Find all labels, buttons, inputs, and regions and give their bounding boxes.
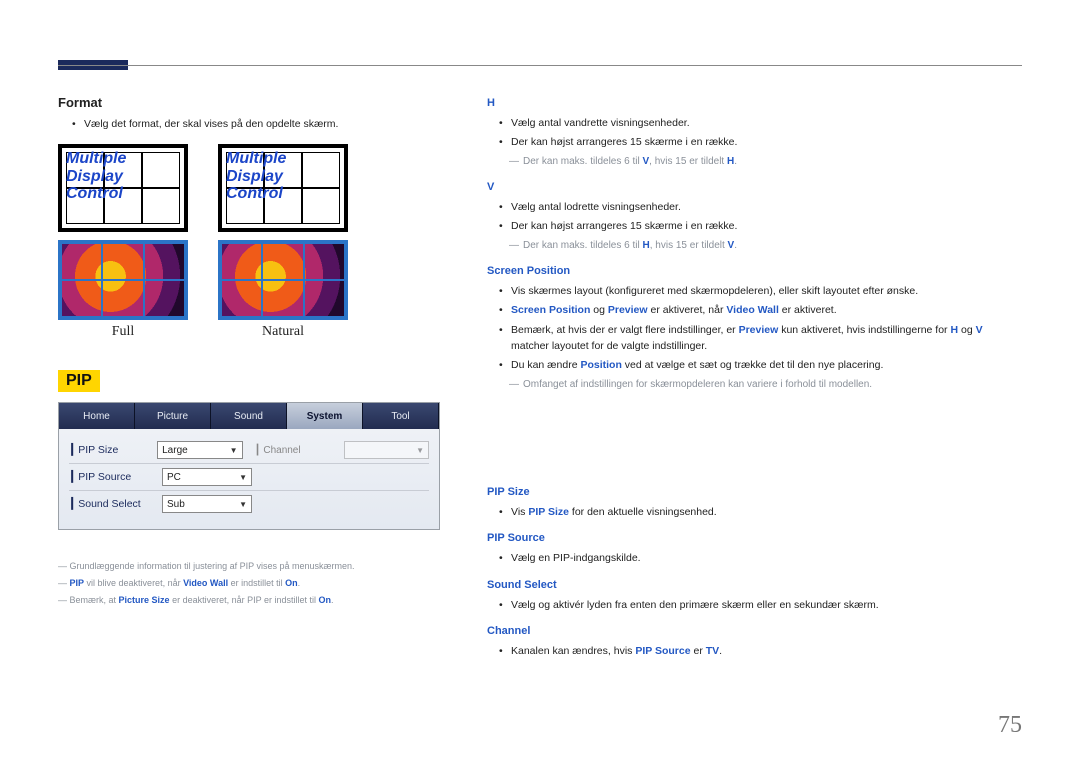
footnotes: Grundlæggende information til justering …	[58, 558, 453, 609]
label-sound-select: Sound Select	[69, 498, 154, 510]
list-item: Du kan ændre Position ved at vælge et sæ…	[501, 357, 1022, 373]
right-column: H Vælg antal vandrette visningsenheder. …	[487, 95, 1022, 662]
pip-tabs: Home Picture Sound System Tool	[59, 403, 439, 429]
list-pip-source: Vælg en PIP-indgangskilde.	[501, 550, 1022, 566]
select-pip-size[interactable]: Large ▼	[157, 441, 242, 459]
heading-v: V	[487, 179, 1022, 196]
value-sound: Sub	[167, 499, 185, 510]
mdc-preview-natural: Multiple Display Control	[218, 144, 348, 232]
left-column: Format Vælg det format, der skal vises p…	[58, 95, 453, 662]
tab-sound[interactable]: Sound	[211, 403, 287, 429]
list-item: Kanalen kan ændres, hvis PIP Source er T…	[501, 643, 1022, 659]
list-pip-size: Vis PIP Size for den aktuelle visningsen…	[501, 504, 1022, 520]
list-item: Bemærk, at hvis der er valgt flere indst…	[501, 322, 1022, 355]
list-channel: Kanalen kan ændres, hvis PIP Source er T…	[501, 643, 1022, 659]
list-screen-position: Vis skærmes layout (konfigureret med skæ…	[501, 283, 1022, 373]
heading-sound-select: Sound Select	[487, 577, 1022, 594]
select-channel: ▼	[344, 441, 429, 459]
caption-full: Full	[58, 324, 188, 340]
select-sound[interactable]: Sub ▼	[162, 495, 252, 513]
list-h: Vælg antal vandrette visningsenheder. De…	[501, 115, 1022, 151]
heading-channel: Channel	[487, 623, 1022, 640]
pip-panel: Home Picture Sound System Tool PIP Size …	[58, 402, 440, 530]
list-sound-select: Vælg og aktivér lyden fra enten den prim…	[501, 597, 1022, 613]
mdc-preview-full: Multiple Display Control	[58, 144, 188, 232]
list-item: Vælg antal vandrette visningsenheder.	[501, 115, 1022, 131]
flower-row	[58, 240, 453, 320]
list-item: Der kan højst arrangeres 15 skærme i en …	[501, 134, 1022, 150]
heading-screen-position: Screen Position	[487, 263, 1022, 280]
header-rule	[58, 65, 1022, 66]
chevron-down-icon: ▼	[230, 446, 238, 455]
value-pip-size: Large	[162, 445, 188, 456]
tab-home[interactable]: Home	[59, 403, 135, 429]
tab-system[interactable]: System	[287, 403, 363, 429]
chevron-down-icon: ▼	[416, 446, 424, 455]
mdc-row: Multiple Display Control Multiple Displa…	[58, 144, 453, 232]
heading-pip-size: PIP Size	[487, 484, 1022, 501]
caption-row: Full Natural	[58, 320, 453, 340]
pip-body: PIP Size Large ▼ ┃ Channel ▼ PIP Source …	[59, 429, 439, 529]
select-pip-source[interactable]: PC ▼	[162, 468, 252, 486]
heading-pip-source: PIP Source	[487, 530, 1022, 547]
list-item: Der kan højst arrangeres 15 skærme i en …	[501, 218, 1022, 234]
note-screen-position: Omfanget af indstillingen for skærmopdel…	[511, 377, 1022, 393]
pip-badge: PIP	[58, 370, 100, 392]
list-item: Vis PIP Size for den aktuelle visningsen…	[501, 504, 1022, 520]
chevron-down-icon: ▼	[239, 473, 247, 482]
mdc-text: Multiple Display Control	[66, 150, 126, 203]
footnote-1: Grundlæggende information til justering …	[58, 558, 453, 575]
list-item: Vis skærmes layout (konfigureret med skæ…	[501, 283, 1022, 299]
flower-full	[58, 240, 188, 320]
footnote-3: Bemærk, at Picture Size er deaktiveret, …	[58, 592, 453, 609]
label-pip-source: PIP Source	[69, 471, 154, 483]
list-item: Screen Position og Preview er aktiveret,…	[501, 302, 1022, 318]
tab-picture[interactable]: Picture	[135, 403, 211, 429]
note-h: Der kan maks. tildeles 6 til V, hvis 15 …	[511, 154, 1022, 170]
list-item: Vælg antal lodrette visningsenheder.	[501, 199, 1022, 215]
caption-natural: Natural	[218, 324, 348, 340]
flower-natural	[218, 240, 348, 320]
chevron-down-icon: ▼	[239, 500, 247, 509]
list-item: Vælg og aktivér lyden fra enten den prim…	[501, 597, 1022, 613]
note-v: Der kan maks. tildeles 6 til H, hvis 15 …	[511, 238, 1022, 254]
footnote-2: PIP vil blive deaktiveret, når Video Wal…	[58, 575, 453, 592]
heading-h: H	[487, 95, 1022, 112]
format-desc: Vælg det format, der skal vises på den o…	[74, 118, 453, 130]
value-pip-source: PC	[167, 472, 181, 483]
list-item: Vælg en PIP-indgangskilde.	[501, 550, 1022, 566]
label-pip-size: PIP Size	[69, 444, 149, 456]
label-channel-disabled: ┃ Channel	[251, 445, 336, 456]
list-v: Vælg antal lodrette visningsenheder. Der…	[501, 199, 1022, 235]
page-number: 75	[998, 712, 1022, 739]
format-heading: Format	[58, 95, 453, 110]
mdc-text: Multiple Display Control	[226, 150, 286, 203]
tab-tool[interactable]: Tool	[363, 403, 439, 429]
